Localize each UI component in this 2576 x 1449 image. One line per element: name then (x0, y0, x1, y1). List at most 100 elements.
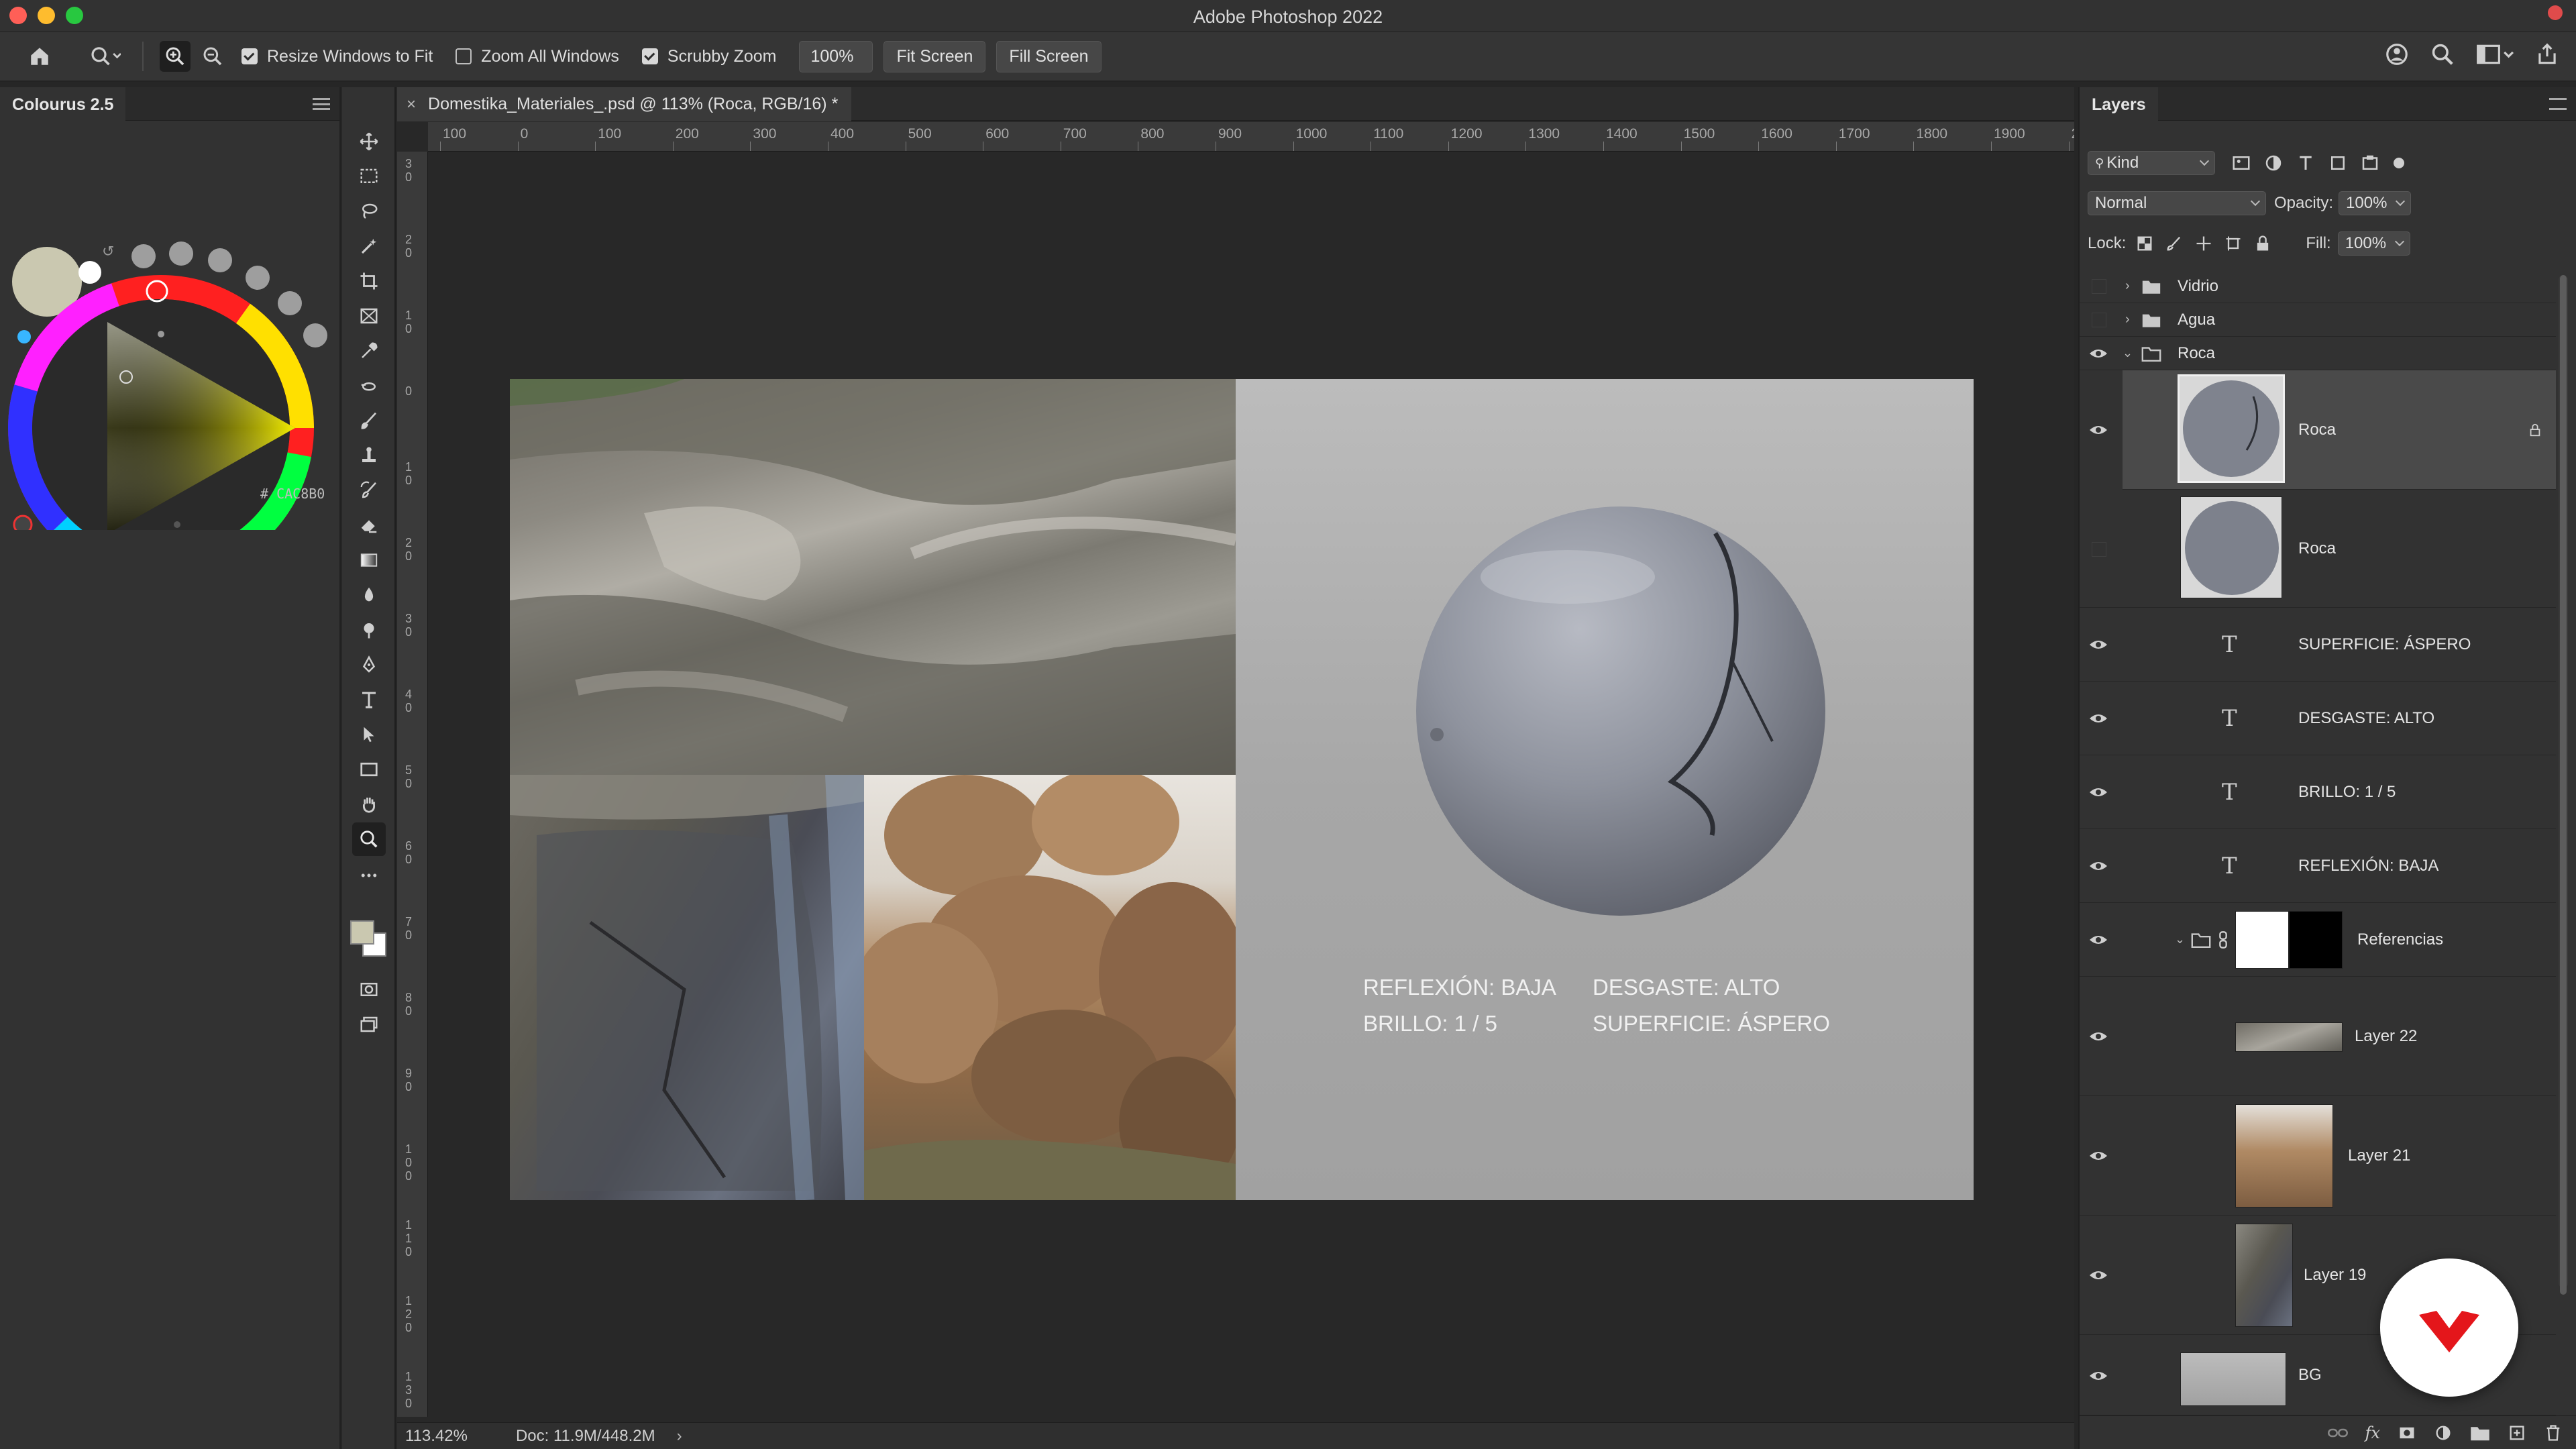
layer-text-desgaste[interactable]: T DESGASTE: ALTO (2080, 682, 2556, 755)
add-mask-icon[interactable] (2398, 1424, 2416, 1442)
visibility-eye-icon[interactable] (2089, 712, 2108, 724)
crop-tool-icon[interactable] (352, 264, 386, 298)
lock-transparency-icon[interactable] (2135, 234, 2154, 253)
link-layers-icon[interactable] (2327, 1426, 2348, 1440)
visibility-eye-icon[interactable] (2089, 639, 2108, 651)
filter-pixel-icon[interactable] (2231, 153, 2251, 173)
visibility-eye-icon[interactable] (2089, 934, 2108, 946)
layer-roca-selected[interactable]: Roca (2090, 370, 2556, 490)
layers-tab[interactable]: Layers (2080, 87, 2158, 121)
zoom-percent-field[interactable]: 100% (799, 40, 873, 72)
vertical-ruler[interactable]: 30 20 10 0 10 20 30 40 50 60 70 80 90 100 110 120 130 (397, 152, 428, 1417)
notification-icon[interactable] (2548, 5, 2563, 20)
filter-toggle-icon[interactable] (2394, 158, 2404, 168)
adjustment-layer-icon[interactable] (2434, 1424, 2453, 1442)
move-tool-icon[interactable] (352, 125, 386, 158)
filter-adjustment-icon[interactable] (2263, 153, 2284, 173)
new-layer-icon[interactable] (2508, 1424, 2526, 1442)
document-canvas[interactable]: REFLEXIÓN: BAJA BRILLO: 1 / 5 DESGASTE: … (510, 379, 1974, 1200)
filter-shape-icon[interactable] (2328, 153, 2348, 173)
healing-brush-tool-icon[interactable] (352, 369, 386, 402)
visibility-eye-icon[interactable] (2089, 347, 2108, 360)
visibility-eye-icon[interactable] (2089, 786, 2108, 798)
resize-windows-checkbox[interactable]: Resize Windows to Fit (241, 47, 433, 66)
color-wheel[interactable]: ↺ (0, 114, 341, 530)
zoom-all-windows-checkbox[interactable]: Zoom All Windows (455, 47, 619, 66)
fill-field[interactable]: 100% (2337, 231, 2410, 256)
edit-toolbar-icon[interactable] (352, 859, 386, 892)
rectangle-tool-icon[interactable] (352, 753, 386, 786)
link-icon[interactable] (2218, 930, 2229, 949)
blur-tool-icon[interactable] (352, 578, 386, 612)
opacity-field[interactable]: 100% (2339, 191, 2412, 215)
dodge-tool-icon[interactable] (352, 613, 386, 647)
panel-menu-icon[interactable] (313, 98, 330, 110)
layers-scrollbar[interactable] (2559, 275, 2568, 1295)
gradient-tool-icon[interactable] (352, 543, 386, 577)
layer-group-vidrio[interactable]: › Vidrio (2080, 270, 2556, 303)
visibility-eye-icon[interactable] (2089, 1269, 2108, 1281)
eyedropper-tool-icon[interactable] (352, 334, 386, 368)
layer-text-superficie[interactable]: T SUPERFICIE: ÁSPERO (2080, 608, 2556, 682)
clone-stamp-tool-icon[interactable] (352, 439, 386, 472)
filter-smart-object-icon[interactable] (2360, 153, 2380, 173)
hand-tool-icon[interactable] (352, 788, 386, 821)
status-arrow-icon[interactable]: › (677, 1427, 682, 1446)
zoom-in-icon[interactable] (160, 41, 191, 72)
panel-menu-icon[interactable] (2549, 98, 2567, 110)
visibility-eye-icon[interactable] (2089, 860, 2108, 872)
path-selection-tool-icon[interactable] (352, 718, 386, 751)
expand-arrow-icon[interactable]: › (2125, 312, 2130, 327)
new-group-icon[interactable] (2470, 1424, 2490, 1442)
lasso-tool-icon[interactable] (352, 195, 386, 228)
document-tab[interactable]: × Domestika_Materiales_.psd @ 113% (Roca… (397, 87, 852, 121)
hex-value[interactable]: # CAC8B0 (260, 486, 325, 502)
eraser-tool-icon[interactable] (352, 508, 386, 542)
layer-group-roca[interactable]: ⌄ Roca (2080, 337, 2556, 370)
visibility-off-icon[interactable] (2092, 279, 2106, 294)
visibility-eye-icon[interactable] (2089, 1370, 2108, 1382)
filter-type-icon[interactable] (2296, 153, 2316, 173)
collapse-arrow-icon[interactable]: ⌄ (2175, 932, 2185, 947)
quick-mask-icon[interactable] (352, 973, 386, 1006)
screen-mode-icon[interactable] (352, 1008, 386, 1041)
visibility-eye-icon[interactable] (2089, 1030, 2108, 1042)
horizontal-ruler[interactable]: 100 0 100 200 300 400 500 600 700 800 900 1000 1100 1… (428, 122, 2074, 152)
frame-tool-icon[interactable] (352, 299, 386, 333)
lock-all-icon[interactable] (2253, 234, 2272, 253)
scrubby-zoom-checkbox[interactable]: Scrubby Zoom (641, 47, 776, 66)
blend-mode-dropdown[interactable]: Normal (2088, 191, 2266, 215)
layer-text-brillo[interactable]: T BRILLO: 1 / 5 (2080, 755, 2556, 829)
layer-22[interactable]: Layer 22 (2080, 977, 2556, 1096)
close-tab-icon[interactable]: × (407, 95, 416, 114)
lock-position-icon[interactable] (2194, 234, 2213, 253)
layer-kind-filter[interactable]: ⚲ Kind (2088, 151, 2215, 175)
zoom-tool-icon[interactable] (352, 822, 386, 856)
magic-wand-tool-icon[interactable] (352, 229, 386, 263)
layer-21[interactable]: Layer 21 (2080, 1096, 2556, 1216)
search-icon[interactable] (2430, 42, 2455, 67)
layer-text-reflexion[interactable]: T REFLEXIÓN: BAJA (2080, 829, 2556, 903)
fx-icon[interactable]: fx (2365, 1424, 2380, 1442)
fill-screen-button[interactable]: Fill Screen (996, 40, 1102, 72)
history-brush-tool-icon[interactable] (352, 474, 386, 507)
learn-icon[interactable] (2384, 42, 2410, 67)
foreground-color-swatch[interactable] (350, 920, 374, 945)
type-tool-icon[interactable] (352, 683, 386, 716)
delete-layer-icon[interactable] (2544, 1424, 2563, 1442)
visibility-eye-icon[interactable] (2089, 1150, 2108, 1162)
expand-arrow-icon[interactable]: › (2125, 278, 2130, 294)
zoom-level[interactable]: 113.42% (405, 1427, 468, 1446)
pen-tool-icon[interactable] (352, 648, 386, 682)
visibility-off-icon[interactable] (2092, 313, 2106, 327)
visibility-eye-icon[interactable] (2089, 424, 2108, 436)
layer-roca[interactable]: Roca (2080, 490, 2556, 608)
marquee-tool-icon[interactable] (352, 160, 386, 193)
share-icon[interactable] (2534, 42, 2560, 67)
lock-pixels-icon[interactable] (2165, 234, 2184, 253)
brush-tool-icon[interactable] (352, 404, 386, 437)
fit-screen-button[interactable]: Fit Screen (883, 40, 986, 72)
workspace-icon[interactable] (2475, 42, 2514, 67)
layer-group-agua[interactable]: › Agua (2080, 303, 2556, 337)
lock-artboard-icon[interactable] (2224, 234, 2243, 253)
